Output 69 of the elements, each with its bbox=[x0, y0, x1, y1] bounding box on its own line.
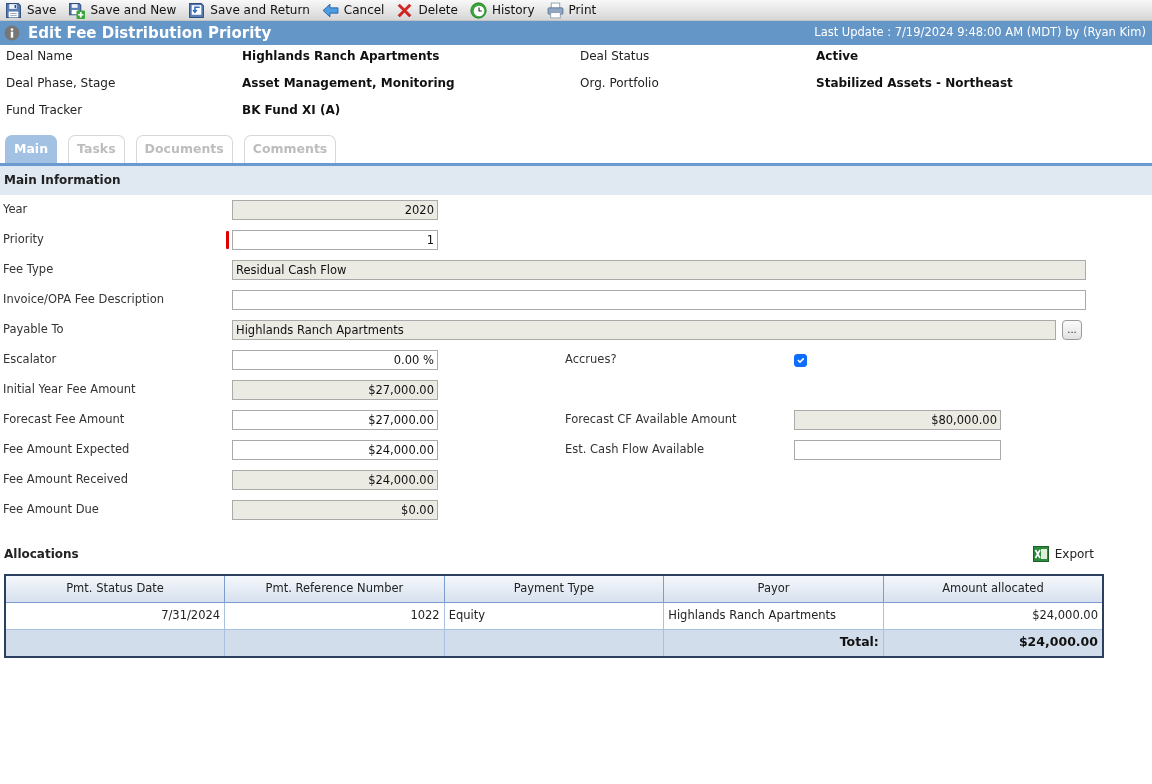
field-label: Org. Portfolio bbox=[580, 75, 660, 92]
input-field[interactable] bbox=[794, 440, 1001, 460]
field-label: Initial Year Fee Amount bbox=[3, 381, 136, 399]
input-field[interactable]: $27,000.00 bbox=[232, 380, 438, 400]
field-value: Asset Management, Monitoring bbox=[242, 75, 456, 92]
lookup-button[interactable]: ... bbox=[1062, 320, 1082, 340]
field-value: Active bbox=[816, 48, 860, 65]
input-field[interactable] bbox=[232, 290, 1086, 310]
field-label: Escalator bbox=[3, 351, 57, 369]
input-field[interactable]: 0.00 % bbox=[232, 350, 438, 370]
table-cell: Highlands Ranch Apartments bbox=[663, 602, 884, 629]
field-label: Invoice/OPA Fee Description bbox=[3, 291, 165, 309]
table-cell: Equity bbox=[444, 602, 664, 629]
left-arrow-icon bbox=[321, 1, 339, 19]
clock-icon bbox=[469, 1, 487, 19]
input-field[interactable]: $24,000.00 bbox=[232, 440, 438, 460]
input-field[interactable]: Residual Cash Flow bbox=[232, 260, 1086, 280]
field-label: Forecast CF Available Amount bbox=[565, 411, 737, 429]
spreadsheet-icon bbox=[1032, 546, 1049, 562]
table-cell: 1022 bbox=[224, 602, 445, 629]
field-label: Est. Cash Flow Available bbox=[565, 441, 705, 459]
field-value: Stabilized Assets - Northeast bbox=[816, 75, 1014, 92]
field-label: Fee Amount Due bbox=[3, 501, 99, 519]
field-label: Payable To bbox=[3, 321, 64, 339]
checkbox[interactable] bbox=[794, 353, 807, 367]
export-link[interactable]: Export bbox=[1032, 545, 1094, 563]
section-title: Allocations bbox=[4, 546, 79, 563]
input-field[interactable]: 2020 bbox=[232, 200, 438, 220]
field-value: BK Fund XI (A) bbox=[242, 102, 342, 119]
input-field[interactable]: 1 bbox=[232, 230, 438, 250]
toolbar-button[interactable]: Delete bbox=[395, 1, 459, 19]
field-value: Highlands Ranch Apartments bbox=[242, 48, 441, 65]
column-header[interactable]: Pmt. Reference Number bbox=[224, 575, 445, 602]
field-label: Deal Status bbox=[580, 48, 651, 65]
field-label: Fee Amount Received bbox=[3, 471, 128, 489]
field-label: Priority bbox=[3, 231, 44, 249]
field-label: Deal Phase, Stage bbox=[6, 75, 117, 92]
column-header[interactable]: Payor bbox=[663, 575, 884, 602]
input-field[interactable]: $24,000.00 bbox=[232, 470, 438, 490]
toolbar-button[interactable]: Cancel bbox=[320, 1, 386, 19]
column-header[interactable]: Amount allocated bbox=[883, 575, 1103, 602]
field-label: Forecast Fee Amount bbox=[3, 411, 125, 429]
cross-icon bbox=[396, 1, 414, 19]
floppy-plus-icon bbox=[68, 1, 86, 19]
input-field[interactable]: $27,000.00 bbox=[232, 410, 438, 430]
toolbar-button[interactable]: Save bbox=[4, 1, 58, 19]
input-field[interactable]: $80,000.00 bbox=[794, 410, 1001, 430]
toolbar-button[interactable]: Save and Return bbox=[187, 1, 311, 19]
table-cell: 7/31/2024 bbox=[5, 602, 225, 629]
field-label: Fee Type bbox=[3, 261, 54, 279]
page-title: Edit Fee Distribution Priority bbox=[28, 22, 272, 44]
input-field[interactable]: Highlands Ranch Apartments bbox=[232, 320, 1056, 340]
total-value: $24,000.00 bbox=[883, 629, 1103, 657]
toolbar-button[interactable]: Save and New bbox=[67, 1, 178, 19]
field-label: Deal Name bbox=[6, 48, 74, 65]
toolbar-button[interactable]: History bbox=[468, 1, 536, 19]
column-header[interactable]: Pmt. Status Date bbox=[5, 575, 225, 602]
section-header: Main Information bbox=[0, 166, 1152, 195]
field-label: Year bbox=[3, 201, 28, 219]
field-label: Accrues? bbox=[565, 351, 617, 369]
column-header[interactable]: Payment Type bbox=[444, 575, 664, 602]
field-label: Fee Amount Expected bbox=[3, 441, 130, 459]
input-field[interactable]: $0.00 bbox=[232, 500, 438, 520]
info-icon bbox=[4, 25, 20, 41]
total-label: Total: bbox=[663, 629, 884, 657]
printer-icon bbox=[546, 1, 564, 19]
field-label: Fund Tracker bbox=[6, 102, 84, 119]
last-update-text: Last Update : 7/19/2024 9:48:00 AM (MDT) by (Ryan Kim) bbox=[814, 24, 1146, 42]
toolbar-button[interactable]: Print bbox=[545, 1, 598, 19]
